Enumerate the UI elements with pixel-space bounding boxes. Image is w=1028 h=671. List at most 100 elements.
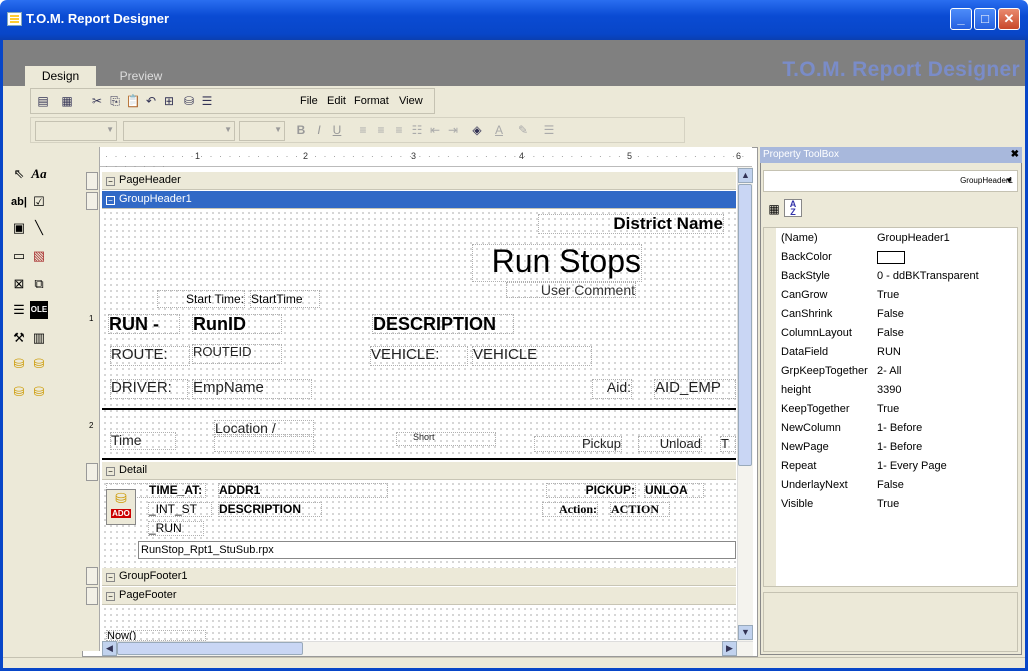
dao-icon[interactable]: ⛁ bbox=[30, 355, 48, 373]
property-name[interactable]: height bbox=[781, 381, 811, 400]
style-combo[interactable]: ▼ bbox=[35, 121, 117, 141]
property-name[interactable]: BackColor bbox=[781, 248, 832, 267]
ado-data-control[interactable]: ⛁ ADO bbox=[106, 489, 136, 525]
font-size-combo[interactable]: ▼ bbox=[239, 121, 285, 141]
rectangle-tool-icon[interactable]: ▭ bbox=[10, 247, 28, 265]
align-center-icon[interactable]: ≡ bbox=[373, 123, 389, 138]
align-right-icon[interactable]: ≡ bbox=[391, 123, 407, 138]
property-value[interactable]: GroupHeader1 bbox=[877, 229, 950, 248]
driver-label[interactable]: DRIVER: bbox=[110, 379, 188, 399]
textbox-tool-icon[interactable]: ab| bbox=[10, 193, 28, 211]
alphabetical-icon[interactable]: AZ bbox=[784, 199, 802, 217]
unload-field[interactable]: UNLOA bbox=[644, 483, 704, 498]
route-label[interactable]: ROUTE: bbox=[110, 346, 190, 366]
label-tool-icon[interactable]: Aa bbox=[30, 165, 48, 183]
pagefooter-section[interactable]: Now() bbox=[102, 606, 736, 641]
checkbox-tool-icon[interactable]: ☑ bbox=[30, 193, 48, 211]
band-pagefooter[interactable]: − PageFooter bbox=[102, 587, 736, 605]
collapse-icon[interactable]: − bbox=[106, 177, 115, 186]
collapse-icon[interactable]: − bbox=[106, 592, 115, 601]
indent-icon[interactable]: ⇤ bbox=[427, 123, 443, 138]
property-name[interactable]: BackStyle bbox=[781, 267, 830, 286]
pickup-field[interactable]: PICKUP: bbox=[546, 483, 636, 498]
scroll-left-icon[interactable]: ◀ bbox=[102, 641, 117, 656]
band-handle[interactable] bbox=[86, 567, 98, 585]
object-selector[interactable]: GroupHeader1 ▼ bbox=[763, 170, 1018, 192]
tab-design[interactable]: Design bbox=[25, 66, 96, 86]
property-name[interactable]: GrpKeepTogether bbox=[781, 362, 868, 381]
underline-button[interactable]: U bbox=[329, 123, 345, 138]
property-name[interactable]: Visible bbox=[781, 495, 813, 514]
horizontal-scroll-thumb[interactable] bbox=[117, 642, 303, 655]
menu-edit[interactable]: Edit bbox=[327, 95, 346, 107]
property-value[interactable]: True bbox=[877, 495, 899, 514]
band-pageheader[interactable]: − PageHeader bbox=[102, 172, 736, 190]
property-name[interactable]: UnderlayNext bbox=[781, 476, 848, 495]
rdo-icon[interactable]: ⛁ bbox=[10, 383, 28, 401]
line-tool-icon[interactable]: ╲ bbox=[30, 219, 48, 237]
addr1-field[interactable]: ADDR1 bbox=[218, 483, 388, 498]
menu-format[interactable]: Format bbox=[354, 95, 389, 107]
run-label[interactable]: RUN - bbox=[108, 314, 180, 334]
italic-button[interactable]: I bbox=[311, 123, 327, 138]
header-separator-line[interactable] bbox=[102, 408, 736, 410]
property-name[interactable]: NewColumn bbox=[781, 419, 841, 438]
outdent-icon[interactable]: ⇥ bbox=[445, 123, 461, 138]
tools-icon[interactable]: ⚒ bbox=[10, 329, 28, 347]
aid-label[interactable]: Aid: bbox=[592, 379, 632, 399]
emp-name-field[interactable]: EmpName bbox=[192, 379, 312, 399]
detail-section[interactable]: TIME_AT: ADDR1 PICKUP: UNLOA _INT_ST DES… bbox=[102, 481, 736, 568]
run-detail-field[interactable]: _RUN bbox=[148, 521, 204, 536]
form-icon[interactable]: ▦ bbox=[59, 94, 75, 109]
collapse-icon[interactable]: − bbox=[106, 467, 115, 476]
menu-view[interactable]: View bbox=[399, 95, 423, 107]
fields-icon[interactable]: ⛁ bbox=[181, 94, 197, 109]
route-id-field[interactable]: ROUTEID bbox=[192, 344, 282, 364]
close-button[interactable]: ✕ bbox=[998, 8, 1020, 30]
minimize-button[interactable]: _ bbox=[950, 8, 972, 30]
pointer-icon[interactable]: ⇖ bbox=[10, 165, 28, 183]
font-color-icon[interactable]: A bbox=[491, 123, 507, 138]
collapse-icon[interactable]: − bbox=[106, 573, 115, 582]
property-value[interactable] bbox=[877, 251, 905, 264]
line-color-icon[interactable]: ✎ bbox=[515, 123, 531, 138]
property-value[interactable]: 1- Before bbox=[877, 438, 922, 457]
district-name-field[interactable]: District Name bbox=[538, 214, 724, 234]
cut-icon[interactable]: ✂ bbox=[89, 94, 105, 109]
xml-icon[interactable]: ⛁ bbox=[30, 383, 48, 401]
property-name[interactable]: (Name) bbox=[781, 229, 818, 248]
band-groupheader[interactable]: − GroupHeader1 bbox=[102, 191, 736, 209]
vehicle-field[interactable]: VEHICLE bbox=[472, 346, 592, 366]
vehicle-label[interactable]: VEHICLE: bbox=[370, 346, 468, 366]
property-value[interactable]: True bbox=[877, 286, 899, 305]
aid-emp-field[interactable]: AID_EMP bbox=[654, 379, 736, 399]
action-field[interactable]: ACTION bbox=[610, 502, 670, 517]
column-header-line[interactable] bbox=[102, 458, 736, 460]
grid-icon[interactable]: ⊞ bbox=[161, 94, 177, 109]
description-field[interactable]: DESCRIPTION bbox=[372, 314, 514, 334]
now-field[interactable]: Now() bbox=[106, 630, 206, 641]
property-name[interactable]: CanShrink bbox=[781, 305, 832, 324]
property-value[interactable]: False bbox=[877, 305, 904, 324]
align-left-icon[interactable]: ≡ bbox=[355, 123, 371, 138]
fill-color-icon[interactable]: ◈ bbox=[469, 123, 485, 138]
band-handle[interactable] bbox=[86, 192, 98, 210]
chevron-down-icon[interactable]: ▼ bbox=[1005, 171, 1013, 191]
property-value[interactable]: 1- Every Page bbox=[877, 457, 947, 476]
band-handle[interactable] bbox=[86, 587, 98, 605]
bold-button[interactable]: B bbox=[293, 123, 309, 138]
time-label[interactable]: Time bbox=[110, 432, 176, 450]
user-comment-field[interactable]: User Comment bbox=[506, 282, 636, 298]
scroll-up-icon[interactable]: ▲ bbox=[738, 168, 753, 183]
tab-preview[interactable]: Preview bbox=[106, 66, 176, 86]
subreport-control[interactable]: RunStop_Rpt1_StuSub.rpx bbox=[138, 541, 736, 559]
property-value[interactable]: False bbox=[877, 476, 904, 495]
subreport-tool-icon[interactable]: ⊠ bbox=[10, 275, 28, 293]
property-name[interactable]: CanGrow bbox=[781, 286, 827, 305]
start-time-label[interactable]: Start Time: bbox=[157, 290, 245, 308]
start-time-field[interactable]: StartTime bbox=[250, 290, 320, 308]
property-name[interactable]: DataField bbox=[781, 343, 828, 362]
menu-file[interactable]: File bbox=[300, 95, 318, 107]
property-value[interactable]: 0 - ddBKTransparent bbox=[877, 267, 979, 286]
property-value[interactable]: RUN bbox=[877, 343, 901, 362]
